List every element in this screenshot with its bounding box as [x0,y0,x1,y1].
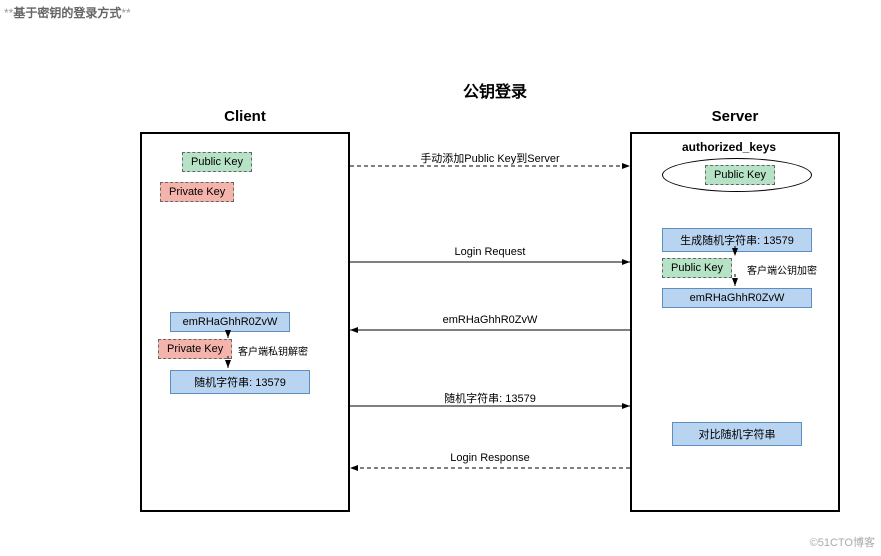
arrow-label-encrypted: emRHaGhhR0ZvW [390,314,590,326]
arrow-label-login-request: Login Request [390,246,590,258]
server-box: authorized_keys Public Key 生成随机字符串: 1357… [630,132,840,512]
server-compare-tag: 对比随机字符串 [672,422,802,446]
page-caption: **基于密钥的登录方式** [4,4,131,21]
arrow-label-random-plain: 随机字符串: 13579 [390,390,590,406]
server-public-key-enc-tag: Public Key [662,258,732,278]
client-encrypted-string-tag: emRHaGhhR0ZvW [170,312,290,332]
client-random-plain-tag: 随机字符串: 13579 [170,370,310,394]
client-private-key-tag-top: Private Key [160,182,234,202]
client-private-key-tag-mid: Private Key [158,339,232,359]
watermark: ©51CTO博客 [810,534,875,550]
authorized-keys-label: authorized_keys [682,140,776,154]
client-public-key-tag: Public Key [182,152,252,172]
server-public-key-oval-tag: Public Key [705,165,775,185]
client-column-label: Client [140,108,350,125]
arrow-label-add-key: 手动添加Public Key到Server [390,150,590,166]
client-box: Public Key Private Key emRHaGhhR0ZvW Pri… [140,132,350,512]
server-encrypt-note: 客户端公钥加密 [747,262,817,277]
server-column-label: Server [630,108,840,125]
server-encrypted-string-tag: emRHaGhhR0ZvW [662,288,812,308]
server-gen-random-tag: 生成随机字符串: 13579 [662,228,812,252]
arrow-label-login-response: Login Response [390,452,590,464]
diagram-container: 公钥登录 Client Server Public Key Private Ke… [140,60,850,530]
authorized-keys-oval: Public Key [662,158,812,192]
diagram-title: 公钥登录 [140,78,850,102]
client-decrypt-note: 客户端私钥解密 [238,343,308,358]
